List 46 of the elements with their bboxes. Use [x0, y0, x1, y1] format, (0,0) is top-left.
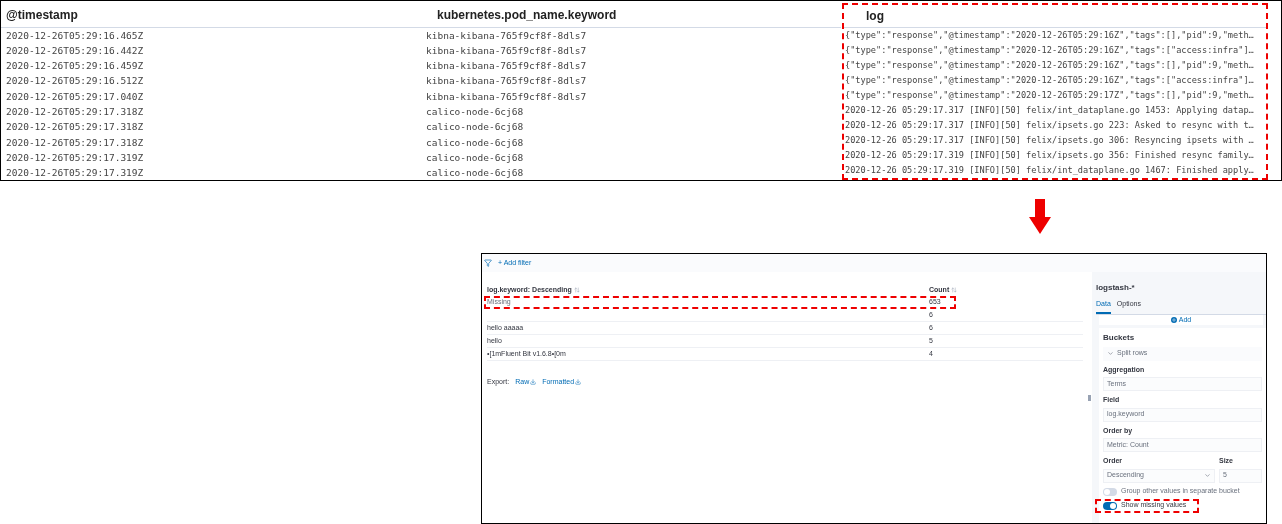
download-icon	[530, 379, 537, 386]
download-icon	[575, 379, 582, 386]
table-cell: calico-node-6cj68	[426, 135, 524, 150]
chevron-icon	[1204, 472, 1211, 479]
table-cell: calico-node-6cj68	[426, 166, 524, 180]
table-cell-text: 2020-12-26T05:29:17.318Z	[6, 105, 144, 119]
table-cell: kibna-kibana-765f9cf8f-8dls7	[426, 59, 587, 74]
table-cell: {"type":"response","@timestamp":"2020-12-26T05:29:16Z","tags":[],"pid":9,"meth…	[845, 28, 1254, 42]
table-cell-text: 2020-12-26T05:29:16.442Z	[6, 43, 144, 58]
table-cell: 2020-12-26T05:29:17.318Z	[6, 135, 144, 150]
filter-icon[interactable]	[484, 259, 492, 267]
table-cell: 2020-12-26 05:29:17.317 [INFO][50] felix/ipsets.go 223: Asked to resync with t…	[845, 118, 1254, 132]
table-cell: 2020-12-26T05:29:16.465Z	[6, 28, 144, 43]
table-cell-text: 2020-12-26T05:29:17.319Z	[6, 150, 144, 165]
table-cell: {"type":"response","@timestamp":"2020-12-26T05:29:17Z","tags":[],"pid":9,"meth…	[845, 88, 1254, 102]
toggle-switch[interactable]	[1103, 501, 1117, 510]
table-cell: calico-node-6cj68	[426, 120, 524, 135]
sort-icon[interactable]	[951, 287, 958, 293]
table-cell: 2020-12-26T05:29:16.459Z	[6, 59, 144, 74]
table-cell-text: calico-node-6cj68	[426, 105, 524, 119]
table-cell: {"type":"response","@timestamp":"2020-12-26T05:29:16Z","tags":[],"pid":9,"meth…	[845, 58, 1254, 72]
table-cell: {"type":"response","@timestamp":"2020-12-26T05:29:16Z","tags":["access:infra"]…	[845, 73, 1254, 87]
table-cell: kibna-kibana-765f9cf8f-8dls7	[426, 89, 587, 104]
toggle-switch[interactable]	[1103, 487, 1117, 496]
table-cell: 2020-12-26 05:29:17.317 [INFO][50] felix/ipsets.go 306: Resyncing ipsets with …	[845, 133, 1254, 147]
column-header: log	[866, 7, 884, 25]
table-cell-text: kibna-kibana-765f9cf8f-8dls7	[426, 43, 587, 58]
down-arrow-icon	[1029, 199, 1051, 234]
sort-icon[interactable]	[573, 287, 580, 293]
chevron-icon[interactable]	[1107, 350, 1114, 357]
table-cell: 2020-12-26T05:29:17.319Z	[6, 166, 144, 180]
column-header: kubernetes.pod_name.keyword	[437, 6, 617, 24]
table-cell: 2020-12-26T05:29:17.318Z	[6, 120, 144, 135]
section-title: Buckets	[1103, 331, 1136, 344]
resize-handle[interactable]	[1087, 394, 1091, 401]
index-pattern-title: logstash-*	[1096, 282, 1136, 294]
table-cell: kibna-kibana-765f9cf8f-8dls7	[426, 28, 587, 43]
table-cell: 2020-12-26 05:29:17.319 [INFO][50] felix/int_dataplane.go 1467: Finished apply…	[845, 163, 1254, 177]
table-cell: 2020-12-26T05:29:17.040Z	[6, 89, 144, 104]
column-header: @timestamp	[6, 6, 78, 24]
table-cell-text: calico-node-6cj68	[426, 150, 524, 165]
table-cell: 2020-12-26T05:29:16.512Z	[6, 74, 144, 89]
table-cell: kibna-kibana-765f9cf8f-8dls7	[426, 74, 587, 89]
table-cell: 2020-12-26 05:29:17.319 [INFO][50] felix/ipsets.go 356: Finished resync family…	[845, 148, 1254, 162]
table-cell: {"type":"response","@timestamp":"2020-12-26T05:29:16Z","tags":["access:infra"]…	[845, 43, 1254, 57]
table-cell: 2020-12-26 05:29:17.317 [INFO][50] felix/int_dataplane.go 1453: Applying datap…	[845, 103, 1254, 117]
